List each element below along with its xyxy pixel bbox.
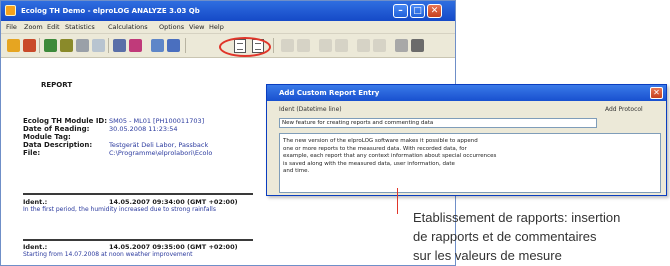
titlebar[interactable]: Ecolog TH Demo - elproLOG ANALYZE 3.03 Q…	[1, 1, 455, 21]
table-icon[interactable]	[151, 39, 164, 52]
window-title: Ecolog TH Demo - elproLOG ANALYZE 3.03 Q…	[21, 7, 200, 15]
dialog-title: Add Custom Report Entry	[279, 89, 380, 97]
menu-statistics[interactable]: Statistics	[65, 23, 95, 31]
callout-line: sur les valeurs de mesure	[413, 248, 562, 263]
entry-body-line: example, each report that any context in…	[283, 153, 497, 159]
module-id-value: SM05 - ML01 [PH100011703]	[109, 117, 205, 125]
menu-bar: File Zoom Edit Statistics Calculations O…	[1, 21, 455, 34]
add-protocol-label: Add Protocol	[605, 106, 643, 113]
entry-comment: In the first period, the humidity increa…	[23, 206, 216, 213]
data-description-value: Testgerät Deli Labor, Passback	[109, 141, 209, 149]
date-of-reading-value: 30.05.2008 11:23:54	[109, 125, 178, 133]
module-tag-label: Module Tag:	[23, 133, 71, 141]
entry-comment: Starting from 14.07.2008 at noon weather…	[23, 251, 193, 258]
divider	[23, 193, 253, 195]
export-icon[interactable]	[92, 39, 105, 52]
toolbar-separator	[273, 38, 274, 53]
print-icon[interactable]	[76, 39, 89, 52]
menu-edit[interactable]: Edit	[47, 23, 60, 31]
menu-zoom[interactable]: Zoom	[24, 23, 43, 31]
app-icon	[5, 5, 16, 16]
close-button[interactable]: ✕	[427, 4, 442, 18]
entry-body-line: and time.	[283, 168, 310, 174]
toolbar-highlight-circle	[219, 37, 271, 57]
callout-caption: Etablissement de rapports: insertion de …	[413, 208, 670, 266]
add-custom-report-entry-dialog: Add Custom Report Entry ✕ Ident (Datetim…	[266, 84, 667, 196]
module-id-label: Ecolog TH Module ID:	[23, 117, 108, 125]
entry-ident-label: Ident.:	[23, 198, 48, 206]
alarm-icon[interactable]	[7, 39, 20, 52]
entry-body-textarea[interactable]: The new version of the elproLOG software…	[279, 133, 661, 193]
measure-icon[interactable]	[335, 39, 348, 52]
graph-icon[interactable]	[60, 39, 73, 52]
entry-title-input[interactable]: New feature for creating reports and com…	[279, 118, 597, 128]
report-icon[interactable]	[113, 39, 126, 52]
data-description-label: Data Description:	[23, 141, 93, 149]
grid-icon[interactable]	[167, 39, 180, 52]
entry-body-line: one or more reports to the measured data…	[283, 145, 467, 152]
report-icon-2[interactable]	[129, 39, 142, 52]
sensor-icon[interactable]	[44, 39, 57, 52]
entry-date: 14.05.2007 09:35:00 (GMT +02:00)	[109, 243, 238, 251]
divider	[23, 239, 253, 241]
toolbar-separator	[39, 38, 40, 53]
entry-ident-label: Ident.:	[23, 243, 48, 251]
report-title: REPORT	[41, 81, 73, 89]
toolbar-separator	[108, 38, 109, 53]
date-of-reading-label: Date of Reading:	[23, 125, 90, 133]
callout-line: Etablissement de rapports: insertion	[413, 210, 621, 225]
callout-line: de rapports et de commentaires	[413, 229, 597, 244]
menu-help[interactable]: Help	[209, 23, 224, 31]
ident-column-label: Ident (Datetime line)	[279, 106, 342, 113]
file-label: File:	[23, 149, 41, 157]
callout-pointer-line	[397, 188, 398, 214]
file-value[interactable]: C:\Programme\elprolabori\Ecolo	[109, 149, 212, 157]
menu-file[interactable]: File	[6, 23, 17, 31]
maximize-button[interactable]: □	[410, 4, 425, 18]
menu-view[interactable]: View	[189, 23, 204, 31]
entry-body-line: The new version of the elproLOG software…	[283, 138, 478, 144]
filter-icon[interactable]	[411, 39, 424, 52]
zoom-icon[interactable]	[281, 39, 294, 52]
step-icon[interactable]	[357, 39, 370, 52]
dialog-close-button[interactable]: ✕	[650, 87, 663, 99]
entry-date: 14.05.2007 09:34:00 (GMT +02:00)	[109, 198, 238, 206]
toolbar-separator	[185, 38, 186, 53]
minimize-button[interactable]: –	[393, 4, 408, 18]
cursor-icon[interactable]	[297, 39, 310, 52]
marker-icon[interactable]	[373, 39, 386, 52]
menu-calculations[interactable]: Calculations	[108, 23, 148, 31]
dialog-titlebar[interactable]: Add Custom Report Entry ✕	[267, 85, 666, 101]
entry-body-line: is saved along with the measured data, u…	[283, 160, 455, 167]
chart-icon[interactable]	[23, 39, 36, 52]
settings-icon[interactable]	[395, 39, 408, 52]
align-icon[interactable]	[319, 39, 332, 52]
menu-options[interactable]: Options	[159, 23, 184, 31]
